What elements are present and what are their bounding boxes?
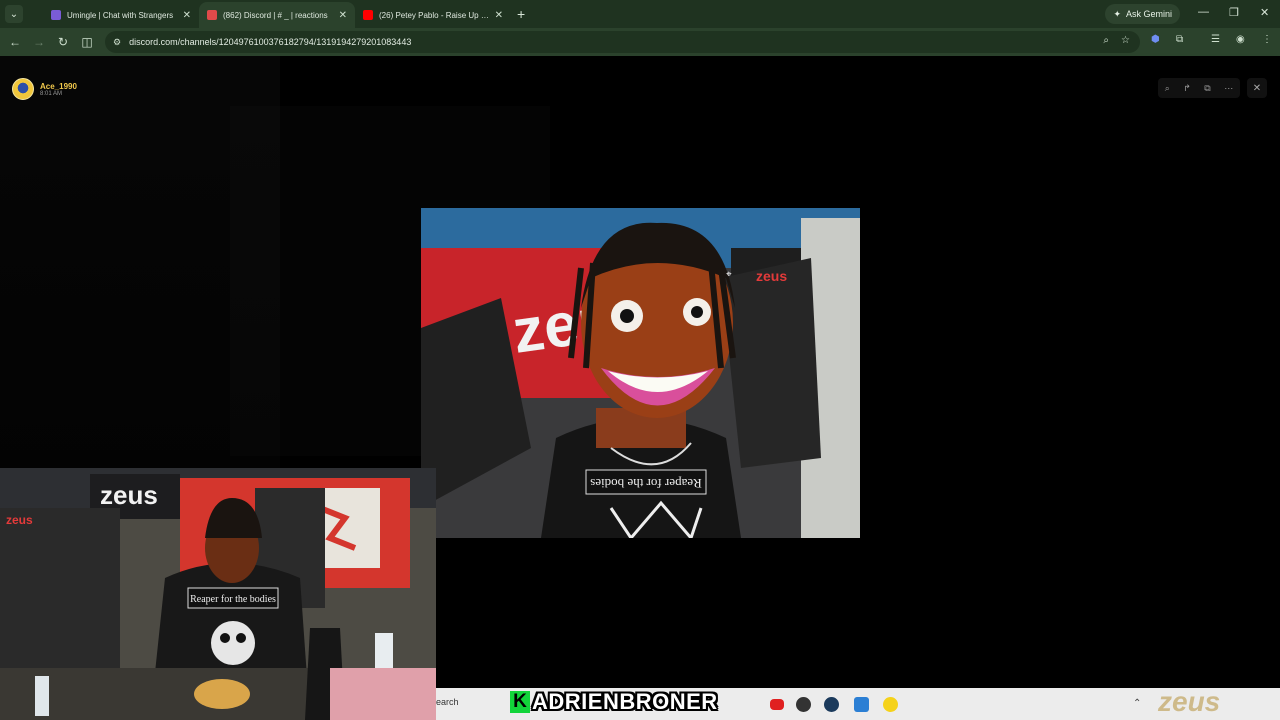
streamer-name-overlay: K ADRIENBRONER xyxy=(510,687,718,717)
more-options-icon[interactable]: ⋯ xyxy=(1224,83,1233,94)
tab-close-icon[interactable]: ✕ xyxy=(183,10,191,21)
chair-brand-small-text: zeus xyxy=(756,268,787,284)
upload-time: 8:01 AM xyxy=(40,90,63,97)
obs-taskbar-icon[interactable] xyxy=(796,697,811,712)
ask-gemini-label: Ask Gemini xyxy=(1125,9,1172,19)
youtube-taskbar-icon[interactable] xyxy=(770,699,784,710)
norton-taskbar-icon[interactable] xyxy=(883,697,898,712)
address-toolbar: ← → ↻ ◫ ⚙ discord.com/channels/120497610… xyxy=(0,28,1280,56)
reaction-image-drawing: zeus zeus Reaper for the bodies xyxy=(421,208,860,538)
url-text[interactable]: discord.com/channels/1204976100376182794… xyxy=(129,37,411,47)
browser-menu-icon[interactable]: ⋮ xyxy=(1262,34,1272,45)
zeus-watermark-logo: zeus xyxy=(1158,686,1221,717)
umingle-favicon-icon xyxy=(51,10,61,20)
uploader-info: Ace_1990 8:01 AM xyxy=(12,78,77,100)
viewer-toolbar: ⌕ ↱ ⧉ ⋯ xyxy=(1158,78,1240,98)
webcam-shirt-text: Reaper for the bodies xyxy=(190,594,276,605)
ask-gemini-button[interactable]: ✦ Ask Gemini xyxy=(1105,4,1180,24)
site-info-icon[interactable]: ⚙ xyxy=(113,37,121,48)
steam-taskbar-icon[interactable] xyxy=(824,697,839,712)
gemini-sparkle-icon: ✦ xyxy=(1113,8,1121,19)
zoom-icon[interactable]: ⌕ xyxy=(1103,35,1109,46)
extension-shield-icon[interactable]: ⬢ xyxy=(1151,34,1160,45)
split-view-icon[interactable]: ◫ xyxy=(75,35,99,49)
reaction-image[interactable]: zeus zeus Reaper for the bodies xyxy=(421,208,860,538)
tab-title: (862) Discord | # _ | reactions xyxy=(223,10,328,20)
youtube-favicon-icon xyxy=(363,10,373,20)
forward-share-icon[interactable]: ↱ xyxy=(1183,83,1191,94)
viewer-close-button[interactable]: ✕ xyxy=(1247,78,1267,98)
webcam-drawing: zeus zeus Reaper for the bodies xyxy=(0,468,436,720)
shirt-text: Reaper for the bodies xyxy=(590,476,702,491)
restore-icon[interactable]: ❐ xyxy=(1229,6,1239,19)
omnibox[interactable]: ⚙ discord.com/channels/12049761003761827… xyxy=(105,31,1140,53)
tab-title: Umingle | Chat with Strangers xyxy=(67,10,174,20)
bookmark-star-icon[interactable]: ☆ xyxy=(1121,35,1130,46)
streamer-initial: K xyxy=(510,691,530,713)
image-viewer-overlay[interactable]: Ace_1990 8:01 AM ⌕ ↱ ⧉ ⋯ ✕ zeus zeus xyxy=(0,56,1280,720)
tab-search-button[interactable]: ⌄ xyxy=(5,5,23,23)
store-taskbar-icon[interactable] xyxy=(854,697,869,712)
profile-avatar-icon[interactable]: ◉ xyxy=(1236,34,1245,45)
back-arrow-icon[interactable]: ← xyxy=(3,35,27,49)
tab-title: (26) Petey Pablo - Raise Up (Of xyxy=(379,10,491,20)
uploader-name[interactable]: Ace_1990 xyxy=(40,82,77,91)
tab-strip: ⌄ Umingle | Chat with Strangers ✕ (862) … xyxy=(0,0,1280,28)
extensions-puzzle-icon[interactable]: ⧉ xyxy=(1176,34,1183,45)
tab-youtube[interactable]: (26) Petey Pablo - Raise Up (Of ✕ xyxy=(355,2,511,28)
new-tab-plus-icon[interactable]: + xyxy=(517,6,525,22)
reading-list-icon[interactable]: ☰ xyxy=(1211,34,1220,45)
taskbar-search-text[interactable]: earch xyxy=(436,697,459,707)
tab-discord[interactable]: (862) Discord | # _ | reactions ✕ xyxy=(199,2,355,28)
streamer-name: ADRIENBRONER xyxy=(532,689,718,714)
webcam-feed: zeus zeus Reaper for the bodies xyxy=(0,468,436,720)
tab-close-icon[interactable]: ✕ xyxy=(495,10,503,21)
window-close-icon[interactable]: ✕ xyxy=(1260,6,1269,19)
zoom-icon[interactable]: ⌕ xyxy=(1165,83,1170,94)
mouse-cursor-icon: ⌖ xyxy=(726,269,732,280)
uploader-avatar[interactable] xyxy=(12,78,34,100)
chair-brand-text: zeus xyxy=(6,513,33,527)
forward-arrow-icon[interactable]: → xyxy=(27,35,51,49)
tray-chevron-icon[interactable]: ⌃ xyxy=(1133,698,1141,709)
tab-umingle[interactable]: Umingle | Chat with Strangers ✕ xyxy=(43,2,199,28)
open-in-browser-icon[interactable]: ⧉ xyxy=(1204,83,1210,94)
tab-close-icon[interactable]: ✕ xyxy=(339,10,347,21)
reload-icon[interactable]: ↻ xyxy=(51,35,75,49)
minimize-icon[interactable]: — xyxy=(1198,6,1209,18)
webcam-banner-text: zeus xyxy=(100,480,158,510)
discord-favicon-icon xyxy=(207,10,217,20)
